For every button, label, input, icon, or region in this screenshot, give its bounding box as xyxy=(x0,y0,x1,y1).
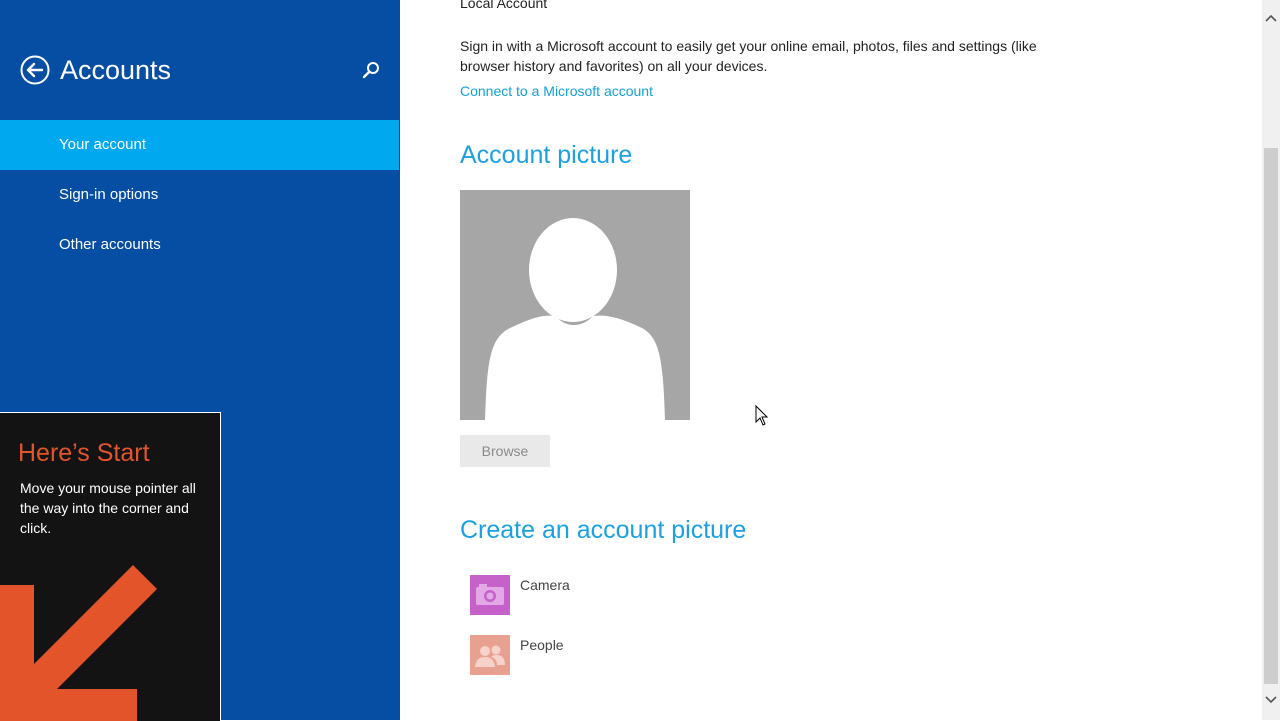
account-picture-heading: Account picture xyxy=(460,141,633,169)
corner-arrow-icon xyxy=(0,565,157,721)
sidebar-item-label: Other accounts xyxy=(59,236,161,253)
start-tip-text: Move your mouse pointer all the way into… xyxy=(20,480,196,536)
sidebar-item-sign-in-options[interactable]: Sign-in options xyxy=(0,170,399,220)
start-tip-panel: Here’s Start Move your mouse pointer all… xyxy=(0,412,221,721)
search-icon xyxy=(362,62,379,79)
avatar xyxy=(460,190,690,420)
account-type-label: Local Account xyxy=(460,0,548,11)
vertical-scrollbar[interactable] xyxy=(1262,0,1280,720)
back-arrow-circle-icon xyxy=(20,55,50,85)
sidebar-header: Accounts xyxy=(0,0,400,120)
search-button[interactable] xyxy=(360,59,382,81)
sidebar: Accounts Your account Sign-in options Ot… xyxy=(0,0,400,721)
camera-label: Camera xyxy=(520,577,570,593)
people-app-item[interactable]: People xyxy=(470,635,770,677)
people-tile xyxy=(470,635,510,675)
chevron-down-icon xyxy=(1265,696,1277,704)
people-icon xyxy=(475,645,505,667)
account-description: Sign in with a Microsoft account to easi… xyxy=(460,38,1037,74)
back-button[interactable] xyxy=(20,55,50,85)
sidebar-item-label: Your account xyxy=(59,136,147,153)
camera-app-item[interactable]: Camera xyxy=(470,575,770,617)
default-user-silhouette-icon xyxy=(485,218,665,420)
start-tip-title: Here’s Start xyxy=(18,439,150,467)
sidebar-item-other-accounts[interactable]: Other accounts xyxy=(0,220,399,270)
scrollbar-thumb[interactable] xyxy=(1264,148,1278,684)
sidebar-item-label: Sign-in options xyxy=(59,186,159,203)
scroll-down-button[interactable] xyxy=(1262,690,1280,708)
main-content: Local Account Sign in with a Microsoft a… xyxy=(400,0,1262,720)
mouse-cursor-icon xyxy=(755,405,769,426)
people-label: People xyxy=(520,637,564,653)
connect-microsoft-account-link[interactable]: Connect to a Microsoft account xyxy=(460,81,653,101)
browse-button[interactable]: Browse xyxy=(460,435,550,467)
create-account-picture-heading: Create an account picture xyxy=(460,516,747,544)
chevron-up-icon xyxy=(1265,14,1277,22)
scroll-up-button[interactable] xyxy=(1262,10,1280,28)
page-title: Accounts xyxy=(60,55,172,85)
sidebar-item-your-account[interactable]: Your account xyxy=(0,120,399,170)
camera-icon xyxy=(476,584,504,605)
camera-tile xyxy=(470,575,510,615)
